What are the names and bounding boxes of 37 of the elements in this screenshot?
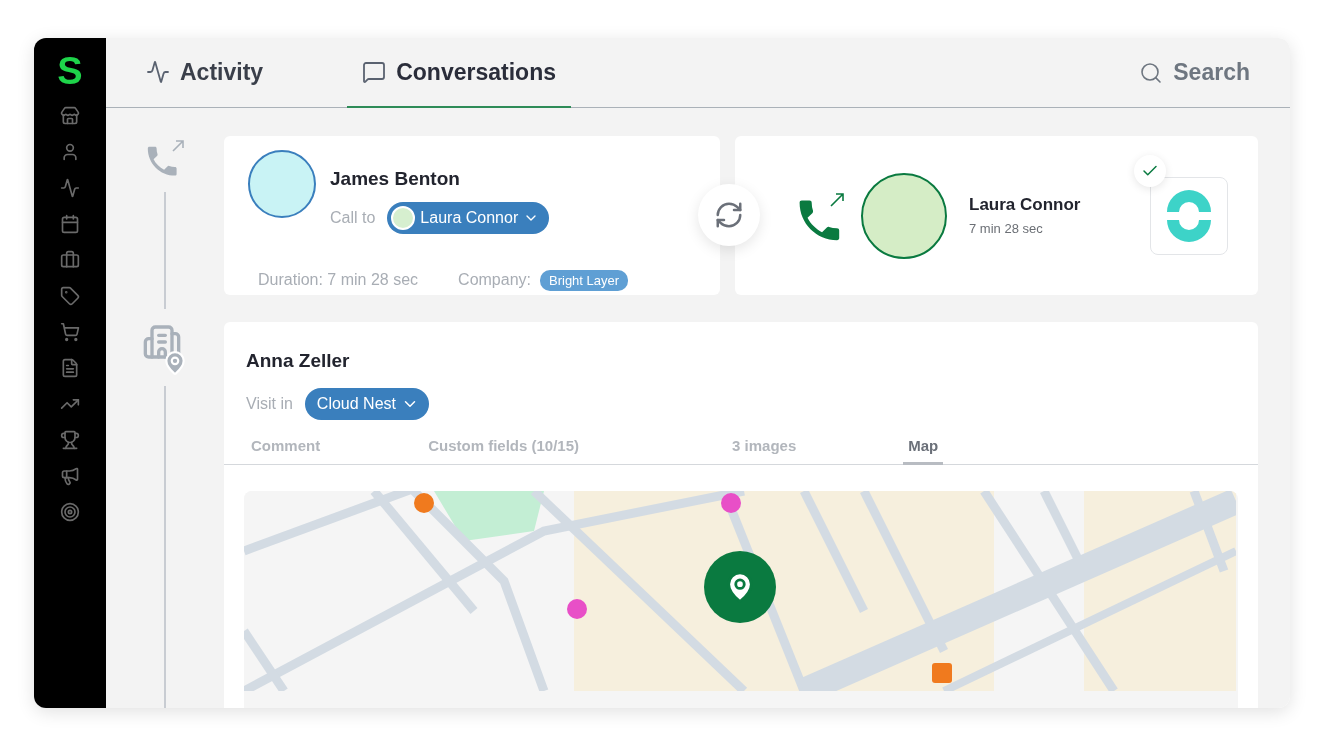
nav-tab[interactable]: Conversations <box>347 38 572 108</box>
tag-icon[interactable] <box>60 286 80 306</box>
hotel-marker-icon <box>567 599 587 619</box>
pulse-icon <box>146 60 170 84</box>
restaurant-marker-icon <box>414 493 434 513</box>
search-button[interactable]: Search <box>1133 38 1256 107</box>
visitor-name: Anna Zeller <box>246 350 351 372</box>
store-icon[interactable] <box>60 106 80 126</box>
logo: S <box>57 52 83 90</box>
document-icon[interactable] <box>60 358 80 378</box>
calendar-icon[interactable] <box>60 214 80 234</box>
section-tab[interactable]: Map <box>903 428 944 465</box>
cart-icon[interactable] <box>60 322 80 342</box>
pulse-icon[interactable] <box>60 178 80 198</box>
nav-tab[interactable]: Activity <box>146 38 264 108</box>
refresh-icon <box>714 200 744 230</box>
agent-name: Laura Connor <box>969 195 1081 215</box>
avatar <box>391 206 416 230</box>
duration-text: Duration: 7 min 28 sec <box>258 271 419 289</box>
call-to-label: Call to <box>330 209 376 227</box>
hotel-marker-icon <box>721 493 741 513</box>
place-dropdown[interactable]: Cloud Nest <box>304 388 429 420</box>
callee-dropdown[interactable]: Laura Connor <box>387 202 550 234</box>
visit-in-label: Visit in <box>246 395 293 413</box>
restaurant-marker-icon <box>932 663 952 683</box>
target-icon[interactable] <box>60 502 80 522</box>
company-label: Company: <box>458 271 531 289</box>
search-icon <box>1139 60 1164 85</box>
company-tag: Bright Layer <box>540 269 629 291</box>
megaphone-icon[interactable] <box>60 466 80 486</box>
chat-icon <box>362 60 387 84</box>
user-icon[interactable] <box>60 142 80 162</box>
call-duration: 7 min 28 sec <box>969 221 1044 236</box>
trophy-icon[interactable] <box>60 430 80 450</box>
caller-name: James Benton <box>330 168 461 190</box>
briefcase-icon[interactable] <box>60 250 80 270</box>
building-location-icon <box>142 322 188 376</box>
